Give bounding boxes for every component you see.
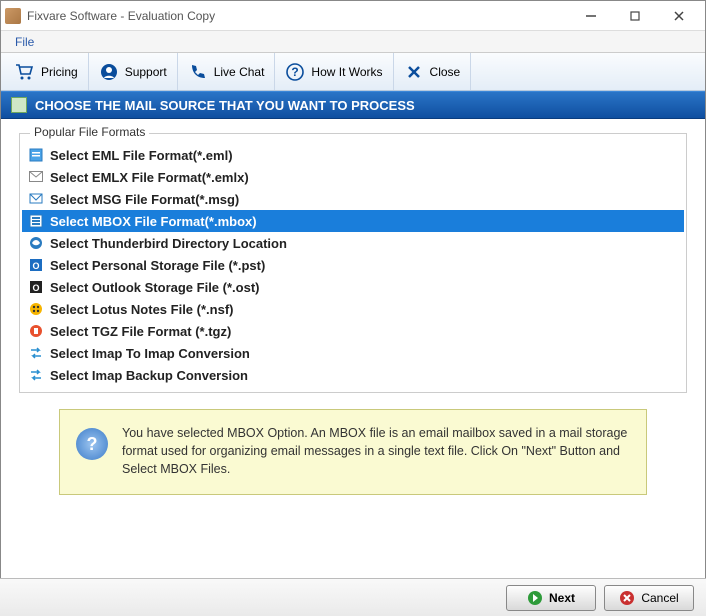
- format-tgz[interactable]: Select TGZ File Format (*.tgz): [22, 320, 684, 342]
- window-title: Fixvare Software - Evaluation Copy: [27, 9, 569, 23]
- format-label: Select MBOX File Format(*.mbox): [50, 214, 257, 229]
- svg-text:O: O: [32, 283, 39, 293]
- cancel-label: Cancel: [641, 591, 678, 605]
- info-text: You have selected MBOX Option. An MBOX f…: [122, 424, 630, 478]
- tgz-icon: [28, 323, 44, 339]
- support-label: Support: [125, 65, 167, 79]
- next-button[interactable]: Next: [506, 585, 596, 611]
- menubar: File: [1, 31, 705, 53]
- next-arrow-icon: [527, 590, 543, 606]
- minimize-button[interactable]: [569, 2, 613, 30]
- header-band: CHOOSE THE MAIL SOURCE THAT YOU WANT TO …: [1, 91, 705, 119]
- footer: Next Cancel: [0, 578, 706, 616]
- format-label: Select Thunderbird Directory Location: [50, 236, 287, 251]
- cancel-x-icon: [619, 590, 635, 606]
- header-text: CHOOSE THE MAIL SOURCE THAT YOU WANT TO …: [35, 98, 415, 113]
- pricing-button[interactable]: Pricing: [5, 53, 89, 90]
- headset-icon: [99, 62, 119, 82]
- format-nsf[interactable]: Select Lotus Notes File (*.nsf): [22, 298, 684, 320]
- imap-backup-icon: [28, 367, 44, 383]
- format-pst[interactable]: O Select Personal Storage File (*.pst): [22, 254, 684, 276]
- format-imap-to-imap[interactable]: Select Imap To Imap Conversion: [22, 342, 684, 364]
- format-label: Select Personal Storage File (*.pst): [50, 258, 265, 273]
- nsf-icon: [28, 301, 44, 317]
- format-label: Select Imap Backup Conversion: [50, 368, 248, 383]
- minimize-icon: [585, 10, 597, 22]
- format-mbox[interactable]: Select MBOX File Format(*.mbox): [22, 210, 684, 232]
- thunderbird-icon: [28, 235, 44, 251]
- info-question-icon: ?: [76, 428, 108, 460]
- close-window-button[interactable]: [657, 2, 701, 30]
- imap-icon: [28, 345, 44, 361]
- support-button[interactable]: Support: [89, 53, 178, 90]
- emlx-icon: [28, 169, 44, 185]
- close-app-button[interactable]: Close: [394, 53, 472, 90]
- menu-file[interactable]: File: [7, 33, 42, 51]
- format-msg[interactable]: Select MSG File Format(*.msg): [22, 188, 684, 210]
- mbox-icon: [28, 213, 44, 229]
- info-panel: ? You have selected MBOX Option. An MBOX…: [59, 409, 647, 495]
- next-label: Next: [549, 591, 575, 605]
- maximize-icon: [630, 11, 640, 21]
- question-icon: ?: [285, 62, 305, 82]
- cancel-button[interactable]: Cancel: [604, 585, 694, 611]
- maximize-button[interactable]: [613, 2, 657, 30]
- format-label: Select EMLX File Format(*.emlx): [50, 170, 249, 185]
- format-eml[interactable]: Select EML File Format(*.eml): [22, 144, 684, 166]
- format-label: Select EML File Format(*.eml): [50, 148, 233, 163]
- header-icon: [11, 97, 27, 113]
- ost-icon: O: [28, 279, 44, 295]
- toolbar: Pricing Support Live Chat ? How It Works…: [1, 53, 705, 91]
- app-icon: [5, 8, 21, 24]
- titlebar: Fixvare Software - Evaluation Copy: [1, 1, 705, 31]
- svg-text:O: O: [32, 261, 39, 271]
- close-icon: [674, 11, 684, 21]
- format-ost[interactable]: O Select Outlook Storage File (*.ost): [22, 276, 684, 298]
- x-icon: [404, 62, 424, 82]
- format-imap-backup[interactable]: Select Imap Backup Conversion: [22, 364, 684, 386]
- format-label: Select Imap To Imap Conversion: [50, 346, 250, 361]
- content-area: Popular File Formats Select EML File For…: [1, 119, 705, 511]
- format-label: Select Outlook Storage File (*.ost): [50, 280, 259, 295]
- format-label: Select TGZ File Format (*.tgz): [50, 324, 231, 339]
- format-list: Select EML File Format(*.eml) Select EML…: [22, 144, 684, 386]
- eml-icon: [28, 147, 44, 163]
- livechat-label: Live Chat: [214, 65, 265, 79]
- pst-icon: O: [28, 257, 44, 273]
- livechat-button[interactable]: Live Chat: [178, 53, 276, 90]
- format-label: Select Lotus Notes File (*.nsf): [50, 302, 233, 317]
- msg-icon: [28, 191, 44, 207]
- svg-text:?: ?: [292, 65, 299, 79]
- howitworks-button[interactable]: ? How It Works: [275, 53, 393, 90]
- pricing-label: Pricing: [41, 65, 78, 79]
- close-label: Close: [430, 65, 461, 79]
- format-emlx[interactable]: Select EMLX File Format(*.emlx): [22, 166, 684, 188]
- groupbox-legend: Popular File Formats: [30, 125, 149, 139]
- format-label: Select MSG File Format(*.msg): [50, 192, 239, 207]
- cart-icon: [15, 62, 35, 82]
- formats-groupbox: Popular File Formats Select EML File For…: [19, 133, 687, 393]
- howitworks-label: How It Works: [311, 65, 382, 79]
- format-thunderbird[interactable]: Select Thunderbird Directory Location: [22, 232, 684, 254]
- phone-icon: [188, 62, 208, 82]
